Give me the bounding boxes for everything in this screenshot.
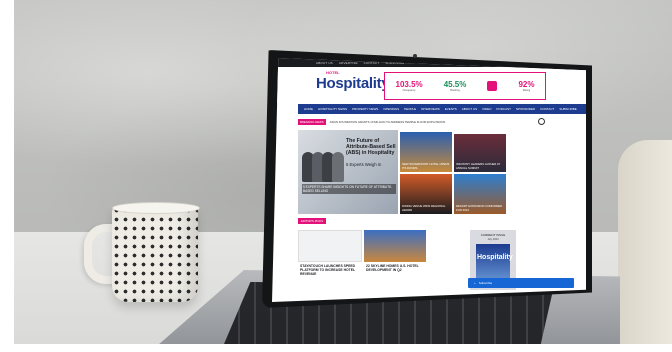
camera-icon (413, 54, 417, 58)
article-card-title[interactable]: STAYNTOUCH LAUNCHES SPEED PLATFORM TO IN… (300, 264, 360, 276)
news-tile[interactable]: DINING VENUE WINS REGIONAL AWARD (400, 174, 452, 214)
magazine-logo: Hospitality (477, 254, 513, 261)
tile-caption: RESORT EXPANSION CONFIRMED FOR 2024 (456, 204, 503, 212)
subscribe-button[interactable]: + Subscribe (468, 278, 574, 288)
hero-people-photo (302, 142, 344, 182)
nav-item[interactable]: VIDEO (482, 107, 491, 111)
nav-item[interactable]: EVENTS (445, 107, 457, 111)
stat-label: Occupancy (402, 89, 416, 92)
plus-icon: + (474, 281, 476, 285)
stat-rating: 92% Rating (518, 80, 534, 92)
laptop-screen: ABOUT US ADVERTISE CONTACT SUBSCRIBE HOT… (272, 58, 586, 302)
photo-border-bottom (0, 344, 672, 352)
nav-item[interactable]: ABOUT US (462, 107, 477, 111)
header-ad-banner[interactable]: 103.5% Occupancy 45.5% Booking 92% Ratin… (384, 72, 546, 100)
breaking-news-ticker: BREAKING NEWS ASIAN FOUNDATION GRANTS 10… (298, 118, 548, 125)
subscribe-label: Subscribe (478, 281, 493, 285)
news-tile[interactable]: INDUSTRY LEADERS GATHER AT ANNUAL SUMMIT (454, 134, 506, 172)
breaking-news-tag: BREAKING NEWS (298, 118, 326, 125)
tile-caption: NEW WATERFRONT HOTEL OPENS ITS DOORS (402, 162, 450, 170)
nav-item[interactable]: HOSPITALITY NEWS (318, 107, 347, 111)
news-tile[interactable]: RESORT EXPANSION CONFIRMED FOR 2024 (454, 174, 506, 214)
site-logo[interactable]: Hospitality (316, 75, 390, 92)
nav-item[interactable]: SUBSCRIBE (559, 107, 576, 111)
topbar-link-about[interactable]: ABOUT US (316, 61, 333, 65)
thumbs-up-icon (487, 81, 498, 91)
stat-booking: 45.5% Booking (444, 80, 467, 92)
stat-value: 103.5% (395, 80, 423, 89)
main-nav: HOME HOSPITALITY NEWS PROPERTY NEWS OPEN… (298, 104, 586, 114)
search-icon[interactable] (538, 118, 545, 125)
article-card-title[interactable]: 22 SKYLINE HOMES U.S. HOTEL DEVELOPMENT … (366, 264, 426, 272)
nav-item[interactable]: PEOPLE (404, 107, 416, 111)
stat-value: 45.5% (443, 80, 467, 89)
hero-subtitle: 5 Experts Weigh In (346, 162, 382, 167)
tile-caption: INDUSTRY LEADERS GATHER AT ANNUAL SUMMIT (456, 162, 501, 170)
decor-vase (618, 140, 672, 344)
hero-title[interactable]: The Future of Attribute-Based Sell (ABS)… (346, 138, 398, 156)
current-issue-heading: CURRENT ISSUE (480, 233, 506, 237)
nav-item[interactable]: CONTACT (540, 107, 554, 111)
current-issue-date: July 2023 (487, 238, 499, 241)
stat-occupancy: 103.5% Occupancy (396, 80, 423, 92)
nav-item[interactable]: PODCAST (496, 107, 511, 111)
stat-label: Rating (522, 89, 531, 92)
nav-item[interactable]: INTERVIEWS (421, 107, 440, 111)
photo-border-left (0, 0, 14, 352)
mug-rim (112, 202, 200, 214)
article-card-image[interactable] (298, 230, 362, 262)
article-card-image[interactable] (364, 230, 426, 262)
stat-label: Booking (450, 89, 460, 92)
nav-item[interactable]: OPENINGS (383, 107, 399, 111)
hero-caption[interactable]: 5 EXPERTS SHARE INSIGHTS ON FUTURE OF AT… (302, 184, 396, 194)
news-tile[interactable]: NEW WATERFRONT HOTEL OPENS ITS DOORS (400, 132, 452, 172)
nav-item[interactable]: PROPERTY NEWS (352, 107, 378, 111)
section-tag: EDITOR'S PICKS (298, 218, 327, 224)
topbar-link-advertise[interactable]: ADVERTISE (339, 61, 358, 65)
nav-item[interactable]: HOME (304, 107, 313, 111)
nav-item[interactable]: SPONSORED (516, 107, 535, 111)
ticker-text[interactable]: ASIAN FOUNDATION GRANTS 10 MILLION TO AD… (330, 120, 446, 124)
tile-caption: DINING VENUE WINS REGIONAL AWARD (402, 204, 446, 212)
stat-value: 92% (518, 80, 535, 89)
coffee-mug (112, 206, 198, 302)
